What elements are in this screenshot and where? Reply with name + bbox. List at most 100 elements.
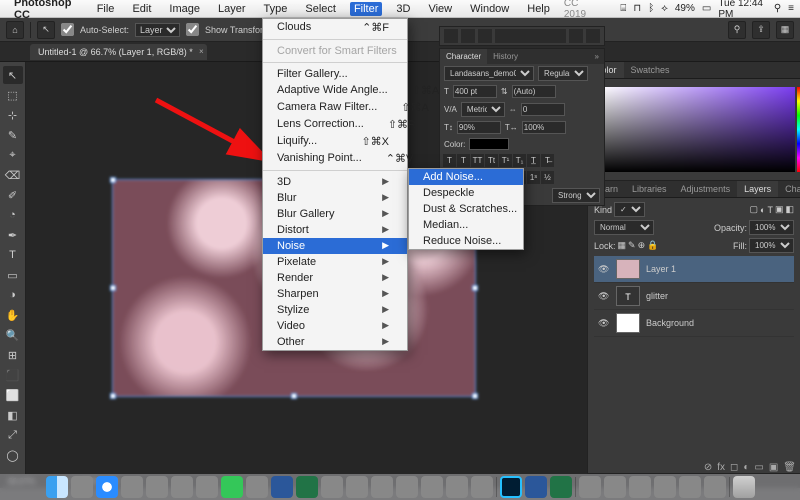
- menu-help[interactable]: Help: [523, 2, 554, 16]
- tab-character[interactable]: Character: [440, 49, 487, 64]
- dock-preview[interactable]: [346, 476, 368, 498]
- tool-10[interactable]: ▭: [3, 266, 23, 284]
- dropbox-icon[interactable]: ⌸: [620, 3, 626, 14]
- menu-type[interactable]: Type: [260, 2, 292, 16]
- mask-icon[interactable]: ◻: [730, 462, 738, 473]
- lock-icon[interactable]: ⊕: [638, 240, 646, 251]
- notifications-icon[interactable]: ≡: [788, 3, 794, 14]
- wifi-icon[interactable]: ⟡: [661, 3, 668, 14]
- font-family-select[interactable]: Landasans_demo01: [444, 66, 534, 81]
- dock-cal[interactable]: [246, 476, 268, 498]
- noise-item[interactable]: Median...: [409, 217, 523, 233]
- dock-excel[interactable]: [296, 476, 318, 498]
- tab-layers[interactable]: Layers: [737, 181, 778, 197]
- visibility-icon[interactable]: 👁: [598, 291, 610, 302]
- tab-channels[interactable]: Channels: [778, 181, 800, 197]
- dock-word[interactable]: [525, 476, 547, 498]
- tool-2[interactable]: ⊹: [3, 106, 23, 124]
- lock-icon[interactable]: ✎: [628, 240, 636, 251]
- fill-value[interactable]: 100%: [749, 238, 794, 253]
- underline-icon[interactable]: T̲: [527, 154, 540, 167]
- filter-item-other[interactable]: Other▶: [263, 334, 407, 350]
- menu-file[interactable]: File: [93, 2, 119, 16]
- tool-12[interactable]: ✋: [3, 306, 23, 324]
- ot-icon[interactable]: ½: [541, 171, 554, 184]
- tool-14[interactable]: ⊞: [3, 346, 23, 364]
- menu-select[interactable]: Select: [301, 2, 340, 16]
- tool-18[interactable]: ⤢: [3, 426, 23, 444]
- menu-filter[interactable]: Filter: [350, 2, 382, 16]
- dock-p[interactable]: [704, 476, 726, 498]
- filter-last[interactable]: Clouds⌃⌘F: [263, 19, 407, 36]
- group-icon[interactable]: ▭: [754, 462, 763, 473]
- align-icon[interactable]: [444, 29, 458, 43]
- dock-mail[interactable]: [146, 476, 168, 498]
- dock-trash[interactable]: [733, 476, 755, 498]
- move-tool-preset-icon[interactable]: ↖: [37, 21, 55, 39]
- dock-f[interactable]: [604, 476, 626, 498]
- align-icon[interactable]: [461, 29, 475, 43]
- bold-icon[interactable]: T: [443, 154, 456, 167]
- adjustment-icon[interactable]: ◐: [743, 462, 749, 473]
- filter-icon[interactable]: ◐: [760, 205, 765, 215]
- tool-3[interactable]: ✎: [3, 126, 23, 144]
- filter-item-sharpen[interactable]: Sharpen▶: [263, 286, 407, 302]
- filter-item-noise[interactable]: Noise▶: [263, 238, 407, 254]
- fx-icon[interactable]: fx: [717, 462, 725, 473]
- clock[interactable]: Tue 12:44 PM: [718, 0, 767, 20]
- trash-icon[interactable]: 🗑: [783, 462, 796, 473]
- menu-edit[interactable]: Edit: [128, 2, 155, 16]
- workspace-icon[interactable]: ▦: [776, 21, 794, 39]
- layer-row[interactable]: 👁Tglitter: [594, 283, 794, 310]
- filter-item[interactable]: Vanishing Point...⌃⌘V: [263, 150, 407, 167]
- tool-9[interactable]: T: [3, 246, 23, 264]
- 3d-icon[interactable]: [586, 29, 600, 43]
- filter-item-blur[interactable]: Blur▶: [263, 190, 407, 206]
- dock-smile[interactable]: [471, 476, 493, 498]
- auto-select-checkbox[interactable]: [61, 23, 74, 36]
- dock-excel[interactable]: [550, 476, 572, 498]
- filter-item[interactable]: Filter Gallery...: [263, 66, 407, 82]
- tool-7[interactable]: ◔: [3, 206, 23, 224]
- menu-view[interactable]: View: [424, 2, 456, 16]
- filter-item[interactable]: Camera Raw Filter...⇧⌘A: [263, 99, 407, 116]
- filter-icon[interactable]: T: [767, 205, 773, 215]
- dock-quicktime[interactable]: [321, 476, 343, 498]
- home-icon[interactable]: ⌂: [6, 21, 24, 39]
- tool-16[interactable]: ⬜: [3, 386, 23, 404]
- antialias-select[interactable]: Strong: [552, 188, 600, 203]
- dock-photos[interactable]: [196, 476, 218, 498]
- tool-4[interactable]: ⌖: [3, 146, 23, 164]
- share-icon[interactable]: ⇪: [752, 21, 770, 39]
- spotlight-icon[interactable]: ⚲: [774, 3, 781, 14]
- tool-5[interactable]: ⌫: [3, 166, 23, 184]
- tracking-input[interactable]: [521, 103, 565, 116]
- tool-11[interactable]: ◑: [3, 286, 23, 304]
- smallcaps-icon[interactable]: Tt: [485, 154, 498, 167]
- filter-item-distort[interactable]: Distort▶: [263, 222, 407, 238]
- leading-input[interactable]: [512, 85, 556, 98]
- filter-item-render[interactable]: Render▶: [263, 270, 407, 286]
- dock-contacts[interactable]: [121, 476, 143, 498]
- tool-6[interactable]: ✐: [3, 186, 23, 204]
- caps-icon[interactable]: TT: [471, 154, 484, 167]
- vscale-input[interactable]: [457, 121, 501, 134]
- magnet-icon[interactable]: ⊓: [633, 3, 641, 14]
- kerning-select[interactable]: Metrics: [461, 102, 505, 117]
- dock-x[interactable]: [654, 476, 676, 498]
- noise-item[interactable]: Despeckle: [409, 185, 523, 201]
- strike-icon[interactable]: T̶: [541, 154, 554, 167]
- filter-item-blur-gallery[interactable]: Blur Gallery▶: [263, 206, 407, 222]
- filter-item-3d[interactable]: 3D▶: [263, 174, 407, 190]
- opacity-value[interactable]: 100%: [749, 220, 794, 235]
- filter-item[interactable]: Liquify...⇧⌘X: [263, 133, 407, 150]
- lock-icon[interactable]: 🔒: [647, 240, 658, 251]
- dock-a[interactable]: [579, 476, 601, 498]
- dock-appstore[interactable]: [421, 476, 443, 498]
- filter-item-video[interactable]: Video▶: [263, 318, 407, 334]
- text-color-swatch[interactable]: [469, 138, 509, 150]
- more-icon[interactable]: [569, 29, 583, 43]
- tool-8[interactable]: ✒: [3, 226, 23, 244]
- tab-swatches[interactable]: Swatches: [624, 62, 677, 78]
- blend-mode-select[interactable]: Normal: [594, 220, 654, 235]
